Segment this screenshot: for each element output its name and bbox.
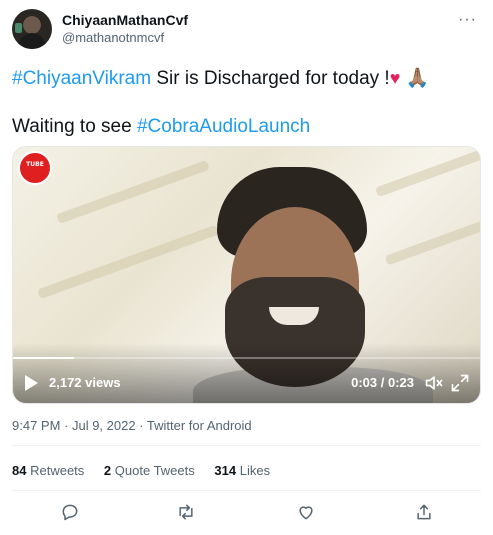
tweet-timestamp[interactable]: 9:47 PM · Jul 9, 2022 · Twitter for Andr… <box>12 418 252 434</box>
user-handle[interactable]: @mathanotnmcvf <box>62 29 188 47</box>
tweet-text: #ChiyaanVikram Sir is Discharged for tod… <box>12 66 481 139</box>
mute-icon[interactable] <box>424 373 444 393</box>
quote-tweets-label: Quote Tweets <box>114 463 195 478</box>
tweet-text-segment: Sir is Discharged for today ! <box>151 68 390 89</box>
likes-stat[interactable]: 314 Likes <box>214 463 270 478</box>
video-frame-detail <box>374 147 480 198</box>
play-icon[interactable] <box>25 375 38 391</box>
video-frame-detail <box>384 218 480 266</box>
pray-emoji: 🙏🏽 <box>405 68 430 89</box>
video-time: 0:03 / 0:23 <box>351 375 414 390</box>
divider <box>12 445 481 446</box>
channel-logo-text: TUBE <box>26 161 44 168</box>
more-horizontal-icon[interactable]: ··· <box>458 11 477 29</box>
expand-icon[interactable] <box>450 373 470 393</box>
tweet-stats: 84 Retweets 2 Quote Tweets 314 Likes <box>12 463 286 479</box>
likes-count: 314 <box>214 463 237 478</box>
avatar-figure <box>18 33 46 49</box>
reply-icon[interactable] <box>58 500 82 524</box>
tweet-actions <box>12 500 481 526</box>
tweet-text-segment: Waiting to see <box>12 116 137 137</box>
avatar-badge <box>15 23 22 33</box>
video-player[interactable]: TUBE 2,172 views 0:03 / 0:23 <box>12 146 481 404</box>
video-view-count: 2,172 views <box>49 375 121 390</box>
video-progress-fill <box>13 357 74 359</box>
tweet-header: ChiyaanMathanCvf @mathanotnmcvf ··· <box>12 9 481 53</box>
retweets-label: Retweets <box>30 463 85 478</box>
video-frame-detail <box>37 224 219 300</box>
video-controls-shade <box>13 343 480 403</box>
display-name[interactable]: ChiyaanMathanCvf <box>62 11 188 29</box>
channel-logo: TUBE <box>18 151 52 185</box>
hashtag-link[interactable]: #CobraAudioLaunch <box>137 116 310 137</box>
likes-label: Likes <box>239 463 271 478</box>
tweet-line-1: #ChiyaanVikram Sir is Discharged for tod… <box>12 66 481 91</box>
hashtag-link[interactable]: #ChiyaanVikram <box>12 68 151 89</box>
like-icon[interactable] <box>294 500 318 524</box>
video-frame-detail <box>56 159 210 225</box>
quote-tweets-count: 2 <box>103 463 112 478</box>
video-progress-bar[interactable] <box>13 357 480 359</box>
quote-tweets-stat[interactable]: 2 Quote Tweets <box>104 463 195 478</box>
tweet-line-2: Waiting to see #CobraAudioLaunch <box>12 115 481 139</box>
divider <box>12 490 481 491</box>
retweet-icon[interactable] <box>174 500 198 524</box>
share-icon[interactable] <box>412 500 436 524</box>
heart-emoji: ♥ <box>389 68 401 88</box>
author-names[interactable]: ChiyaanMathanCvf @mathanotnmcvf <box>62 11 188 47</box>
avatar[interactable] <box>12 9 52 49</box>
retweets-stat[interactable]: 84 Retweets <box>12 463 84 478</box>
retweets-count: 84 <box>12 463 27 478</box>
